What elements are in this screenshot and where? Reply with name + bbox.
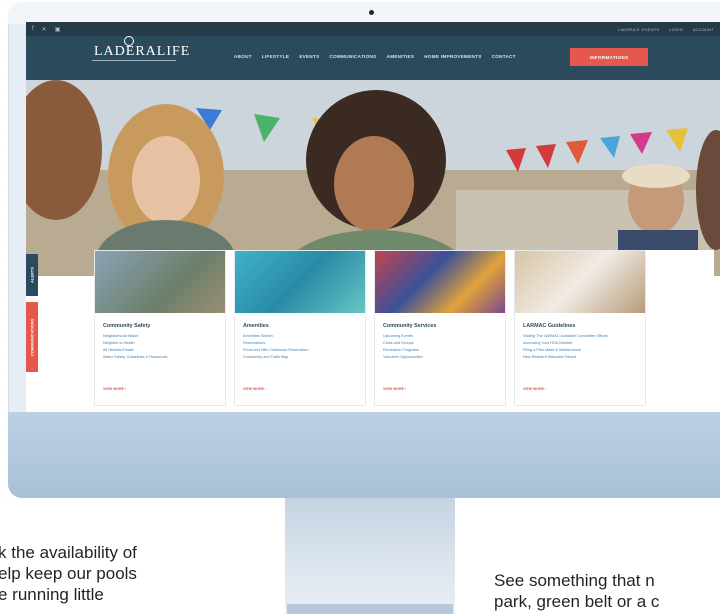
- card-photo: [515, 251, 645, 313]
- card-link[interactable]: Reservations: [243, 340, 309, 347]
- caption-line: e running little: [0, 585, 104, 604]
- card-link[interactable]: Amenities Search: [243, 333, 309, 340]
- card-link[interactable]: New Resident Welcome Packet: [523, 354, 608, 361]
- logo-underline: [92, 60, 176, 61]
- utility-link-events[interactable]: LADERA R. EVENTS: [618, 27, 659, 32]
- site-logo[interactable]: LADERALIFE: [94, 44, 190, 60]
- nav-item-contact[interactable]: CONTACT: [492, 54, 516, 59]
- nav-item-about[interactable]: ABOUT: [234, 54, 252, 59]
- card-link[interactable]: Volunteer Opportunities: [383, 354, 423, 361]
- quick-links-section: Community Safety Neighborhood Watch Neig…: [94, 250, 714, 412]
- card-title[interactable]: Community Services: [383, 323, 436, 329]
- cta-button[interactable]: INFORMATIONS: [570, 48, 648, 66]
- monitor-bezel: [8, 2, 720, 24]
- card-link[interactable]: Neighbor to Health: [103, 340, 167, 347]
- utility-link-account[interactable]: ACCOUNT: [693, 27, 714, 32]
- left-caption: k the availability of elp keep our pools…: [0, 542, 137, 605]
- card-link[interactable]: Recreation Programs: [383, 347, 423, 354]
- caption-line: park, green belt or a c: [494, 592, 660, 611]
- main-navbar: LADERALIFE ABOUT LIFESTYLE EVENTS COMMUN…: [26, 36, 720, 80]
- communications-tab[interactable]: COMMUNICATIONS: [26, 302, 38, 372]
- card-link[interactable]: Community and Trails Map: [243, 354, 309, 361]
- view-more-link[interactable]: VIEW MORE ›: [383, 387, 406, 391]
- monitor-stand: [285, 498, 455, 614]
- right-caption: See something that n park, green belt or…: [494, 570, 659, 612]
- nav-item-events[interactable]: EVENTS: [299, 54, 319, 59]
- hero-image: [26, 80, 720, 276]
- facebook-icon[interactable]: f: [32, 26, 34, 33]
- card-larmac-guidelines: LARMAC Guidelines Visiting The LARMAC Av…: [514, 250, 646, 406]
- card-community-services: Community Services Upcoming Events Clubs…: [374, 250, 506, 406]
- card-link[interactable]: Water Safety, Guidelines & Resources: [103, 354, 167, 361]
- nav-item-home-improvements[interactable]: HOME IMPROVEMENTS: [424, 54, 481, 59]
- card-amenities: Amenities Amenities Search Reservations …: [234, 250, 366, 406]
- nav-menu: ABOUT LIFESTYLE EVENTS COMMUNICATIONS AM…: [234, 54, 516, 59]
- monitor-stand-foot: [287, 604, 453, 614]
- card-title[interactable]: Amenities: [243, 323, 269, 329]
- utility-bar: f ✕ ▣ LADERA R. EVENTS LOGIN ACCOUNT: [26, 22, 720, 36]
- utility-link-login[interactable]: LOGIN: [669, 27, 682, 32]
- card-link[interactable]: Upcoming Events: [383, 333, 423, 340]
- card-community-safety: Community Safety Neighborhood Watch Neig…: [94, 250, 226, 406]
- card-link[interactable]: Filing a Plan Made & Maintenance: [523, 347, 608, 354]
- card-photo: [235, 251, 365, 313]
- card-photo: [375, 251, 505, 313]
- website-screen: f ✕ ▣ LADERA R. EVENTS LOGIN ACCOUNT LAD…: [26, 22, 720, 412]
- card-photo: [95, 251, 225, 313]
- card-title[interactable]: Community Safety: [103, 323, 150, 329]
- card-link[interactable]: Neighborhood Watch: [103, 333, 167, 340]
- monitor-chin: [8, 412, 720, 498]
- camera-dot: [369, 10, 374, 15]
- caption-line: k the availability of: [0, 543, 137, 562]
- caption-line: See something that n: [494, 571, 655, 590]
- card-link[interactable]: Pools and Hills Clubhouse Reservation: [243, 347, 309, 354]
- caption-line: elp keep our pools: [0, 564, 137, 583]
- card-link[interactable]: Clubs and Groups: [383, 340, 423, 347]
- card-link[interactable]: Visiting The LARMAC Available Committee …: [523, 333, 608, 340]
- twitter-icon[interactable]: ✕: [42, 26, 47, 33]
- view-more-link[interactable]: VIEW MORE ›: [243, 387, 266, 391]
- nav-item-amenities[interactable]: AMENITIES: [387, 54, 415, 59]
- alerts-tab[interactable]: ALERTS: [26, 254, 38, 296]
- card-title[interactable]: LARMAC Guidelines: [523, 323, 575, 329]
- email-icon[interactable]: ▣: [55, 26, 61, 33]
- nav-item-communications[interactable]: COMMUNICATIONS: [330, 54, 377, 59]
- view-more-link[interactable]: VIEW MORE ›: [523, 387, 546, 391]
- utility-links: LADERA R. EVENTS LOGIN ACCOUNT: [618, 27, 714, 32]
- hero-illustration: [26, 80, 720, 276]
- card-link[interactable]: All Heralds Emails: [103, 347, 167, 354]
- card-link[interactable]: Accessing Your HOA Number: [523, 340, 608, 347]
- view-more-link[interactable]: VIEW MORE ›: [103, 387, 126, 391]
- social-links: f ✕ ▣: [32, 26, 60, 33]
- nav-item-lifestyle[interactable]: LIFESTYLE: [262, 54, 289, 59]
